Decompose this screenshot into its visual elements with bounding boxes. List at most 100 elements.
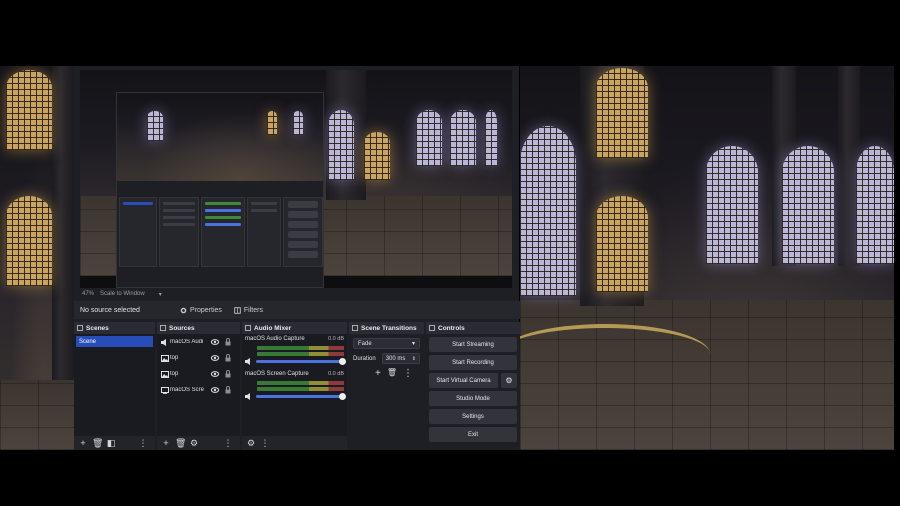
nested-game-capture xyxy=(117,93,323,181)
duration-value: 300 ms xyxy=(385,355,406,362)
eye-icon[interactable] xyxy=(211,386,219,394)
nested-transitions-dock xyxy=(247,197,281,267)
mixer-channel: macOS Audio Capture 0.0 dB xyxy=(242,334,347,365)
mixer-settings-icon[interactable]: ⚙ xyxy=(246,438,256,448)
transition-value: Fade xyxy=(358,340,372,347)
sources-dock: Sources macOS Audi top top macOS Scre + … xyxy=(157,322,240,450)
remove-scene-icon[interactable]: 🗑 xyxy=(92,438,103,448)
remove-transition-icon[interactable]: 🗑 xyxy=(387,368,397,379)
sources-dock-title: Sources xyxy=(157,322,240,334)
lit-window xyxy=(485,110,497,166)
lit-window xyxy=(706,146,758,264)
volume-meter xyxy=(257,352,344,356)
scene-transitions-title-text: Scene Transitions xyxy=(361,324,417,332)
eye-icon[interactable] xyxy=(211,338,219,346)
add-transition-icon[interactable]: + xyxy=(375,368,381,379)
lit-window xyxy=(520,126,576,296)
spin-arrows-icon[interactable]: ⇕ xyxy=(412,356,416,362)
add-scene-icon[interactable]: + xyxy=(78,438,88,448)
image-icon xyxy=(161,354,169,362)
no-source-label: No source selected xyxy=(80,306,140,314)
scene-transitions-dock-title: Scene Transitions xyxy=(349,322,424,334)
source-toolbar: No source selected Properties Filters xyxy=(74,301,520,319)
speaker-icon[interactable] xyxy=(245,393,253,400)
sources-title-text: Sources xyxy=(169,324,195,332)
source-name: top xyxy=(170,355,179,361)
properties-label: Properties xyxy=(190,306,222,314)
virtual-camera-settings-button[interactable]: ⚙ xyxy=(501,373,517,388)
filter-icon xyxy=(234,306,241,314)
volume-slider[interactable] xyxy=(256,393,346,400)
audio-mixer-title-text: Audio Mixer xyxy=(254,324,292,332)
zoom-level: 47% xyxy=(82,291,95,297)
start-recording-button[interactable]: Start Recording xyxy=(429,355,517,370)
more-options-icon[interactable]: ⋮ xyxy=(403,368,413,379)
source-name: macOS Audi xyxy=(170,339,204,345)
mixer-toolbar: ⚙ ⋮ xyxy=(242,436,347,450)
nested-mixer-dock xyxy=(201,197,245,267)
source-list-item[interactable]: macOS Audi xyxy=(157,334,240,350)
settings-button[interactable]: Settings xyxy=(429,409,517,424)
channel-db: 0.0 dB xyxy=(328,371,344,377)
start-streaming-button[interactable]: Start Streaming xyxy=(429,337,517,352)
dock-float-icon[interactable] xyxy=(77,325,83,331)
eye-icon[interactable] xyxy=(211,354,219,362)
dock-float-icon[interactable] xyxy=(160,325,166,331)
scale-mode-value: Scale to Window xyxy=(100,291,145,297)
studio-mode-button[interactable]: Studio Mode xyxy=(429,391,517,406)
lit-window xyxy=(450,110,476,166)
speaker-icon[interactable] xyxy=(245,358,253,365)
lit-window xyxy=(856,146,894,264)
virtual-camera-row: Start Virtual Camera ⚙ xyxy=(429,373,517,388)
filters-label: Filters xyxy=(243,306,263,314)
add-source-icon[interactable]: + xyxy=(161,438,171,448)
properties-button[interactable]: Properties xyxy=(174,305,228,316)
source-list-item[interactable]: top xyxy=(157,366,240,382)
source-name: macOS Scre xyxy=(170,387,205,393)
gear-icon xyxy=(180,307,187,313)
chevron-down-icon: ▾ xyxy=(158,291,162,298)
filters-button[interactable]: Filters xyxy=(228,305,269,316)
chevron-down-icon: ▾ xyxy=(411,341,415,347)
nested-sources-dock xyxy=(159,197,199,267)
dock-float-icon[interactable] xyxy=(245,325,251,331)
nested-controls-dock xyxy=(283,197,323,267)
lock-icon[interactable] xyxy=(224,370,232,378)
lock-icon[interactable] xyxy=(224,354,232,362)
scene-filters-icon[interactable]: ◧ xyxy=(106,438,116,448)
remove-source-icon[interactable]: 🗑 xyxy=(175,438,186,448)
audio-mixer-dock-title: Audio Mixer xyxy=(242,322,347,334)
source-name: top xyxy=(170,371,179,377)
obs-window: 47% Scale to Window ▾ No source selected… xyxy=(74,66,520,450)
more-options-icon[interactable]: ⋮ xyxy=(260,438,270,448)
transitions-body: Fade ▾ Duration 300 ms ⇕ + 🗑 ⋮ xyxy=(349,334,424,450)
sources-toolbar: + 🗑 ⚙ ⋮ xyxy=(157,436,240,450)
lit-window xyxy=(782,146,834,264)
preview-canvas[interactable] xyxy=(80,70,512,288)
source-list-item[interactable]: top xyxy=(157,350,240,366)
dock-float-icon[interactable] xyxy=(429,325,435,331)
volume-meter xyxy=(257,387,344,391)
scenes-toolbar: + 🗑 ◧ ⋮ xyxy=(74,436,155,450)
channel-db: 0.0 dB xyxy=(328,336,344,342)
floor xyxy=(0,380,74,450)
transition-select[interactable]: Fade ▾ xyxy=(353,338,420,349)
scale-mode-select[interactable]: Scale to Window ▾ xyxy=(100,291,162,298)
volume-meter xyxy=(257,346,344,350)
eye-icon[interactable] xyxy=(211,370,219,378)
source-properties-icon[interactable]: ⚙ xyxy=(189,438,199,448)
duration-spinbox[interactable]: 300 ms ⇕ xyxy=(381,353,420,364)
lock-icon[interactable] xyxy=(224,338,232,346)
source-list-item[interactable]: macOS Scre xyxy=(157,382,240,398)
more-options-icon[interactable]: ⋮ xyxy=(223,438,233,448)
mixer-channels: macOS Audio Capture 0.0 dB macOS Screen … xyxy=(242,334,347,436)
lit-window xyxy=(293,111,303,135)
controls-dock-title: Controls xyxy=(426,322,520,334)
scene-list-item[interactable]: Scene xyxy=(76,336,153,347)
more-options-icon[interactable]: ⋮ xyxy=(138,438,148,448)
volume-slider[interactable] xyxy=(256,358,346,365)
start-virtual-camera-button[interactable]: Start Virtual Camera xyxy=(429,373,498,388)
exit-button[interactable]: Exit xyxy=(429,427,517,442)
lock-icon[interactable] xyxy=(224,386,232,394)
dock-float-icon[interactable] xyxy=(352,325,358,331)
